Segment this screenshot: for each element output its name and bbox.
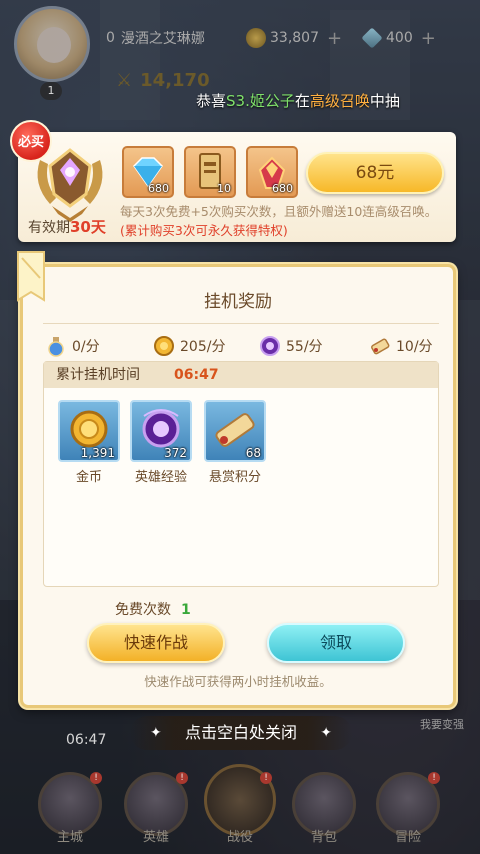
reward-summon-scroll[interactable]: 10 <box>184 146 236 198</box>
notification-dot-icon: ! <box>428 772 440 784</box>
reward-qty: 10 <box>217 182 231 195</box>
gold-coin-icon <box>246 28 266 48</box>
rate-bounty: 10/分 <box>369 329 433 363</box>
claim-button[interactable]: 领取 <box>267 623 405 663</box>
nav-label: 主城 <box>56 830 83 845</box>
bounty-scroll-icon <box>371 338 390 355</box>
idle-reward-dialog: 挂机奖励 0/分 205/分 55/分 10/分 累计挂机时间 06:47 1,… <box>20 264 456 708</box>
nav-label: 背包 <box>310 830 337 845</box>
promo-desc-highlight: (累计购买3次可永久获得特权) <box>120 223 288 238</box>
level-badge: 1 <box>40 82 62 100</box>
free-count: 1 <box>181 602 191 618</box>
background-right-text: 我要变强 <box>420 718 464 731</box>
close-hint-text: 点击空白处关闭 <box>184 723 297 742</box>
must-buy-badge: 必买 <box>10 120 52 162</box>
validity-text: 有效期30天 <box>28 216 106 237</box>
diamond-value: 400 <box>386 30 413 46</box>
buy-price-button[interactable]: 68元 <box>306 152 444 194</box>
avatar[interactable] <box>14 6 90 82</box>
background-timer: 06:47 <box>66 732 107 748</box>
diamond-counter: 400 + <box>361 26 436 50</box>
notification-dot-icon: ! <box>90 772 102 784</box>
item-slot: 1,391 <box>58 400 120 462</box>
player-name: 漫酒之艾琳娜 <box>120 31 205 47</box>
accumulated-rewards-panel: 累计挂机时间 06:47 1,391 金币 372 英雄经验 68 悬赏积分 <box>43 361 439 587</box>
item-count: 68 <box>245 446 261 460</box>
validity-label: 有效期 <box>28 220 70 236</box>
sparkle-icon: ✦ <box>320 725 332 741</box>
promo-desc-text: 每天3次免费+5次购买次数，且额外赠送10连高级召唤。 <box>120 204 438 219</box>
power-value: 14,170 <box>140 70 210 91</box>
name-prefix: 0 <box>106 30 115 46</box>
nav-castle[interactable]: ! 主城 <box>28 768 112 852</box>
reward-qty: 680 <box>272 182 293 195</box>
item-name: 悬赏积分 <box>208 470 261 485</box>
add-diamond-button[interactable]: + <box>421 28 436 49</box>
accum-time: 06:47 <box>174 367 219 383</box>
validity-days: 30天 <box>70 218 106 236</box>
avatar-face <box>37 27 71 63</box>
dialog-title: 挂机奖励 <box>204 292 272 312</box>
rate-hero-exp: 55/分 <box>259 329 323 363</box>
announcement-marquee: 恭喜S3.姬公子在高级召唤中抽 <box>196 90 480 111</box>
item-name: 英雄经验 <box>134 470 187 485</box>
nav-label: 战役 <box>226 830 253 845</box>
add-gold-button[interactable]: + <box>327 28 342 49</box>
reward-item-bounty-points[interactable]: 68 悬赏积分 <box>204 400 266 485</box>
sparkle-icon: ✦ <box>150 725 162 741</box>
item-count: 372 <box>164 446 187 460</box>
gold-coin-icon <box>154 336 174 356</box>
crossed-swords-icon: ⚔ <box>116 70 133 91</box>
rate-gold: 205/分 <box>153 329 225 363</box>
top-bar: 1 0 漫酒之艾琳娜 33,807 + 400 + ⚔ 14,170 恭喜S3.… <box>0 0 480 110</box>
marquee-hero: S3.姬公子 <box>226 92 295 110</box>
ribbon-tag-icon <box>17 251 45 302</box>
item-slot: 68 <box>204 400 266 462</box>
nav-backpack[interactable]: 背包 <box>282 768 366 852</box>
rate-value: 55/分 <box>286 339 323 355</box>
nav-adventure[interactable]: ! 冒险 <box>366 768 450 852</box>
item-name: 金币 <box>75 470 102 485</box>
nav-battle[interactable]: ! 战役 <box>198 764 282 852</box>
marquee-suffix: 中抽 <box>369 92 400 110</box>
notification-dot-icon: ! <box>176 772 188 784</box>
bottom-nav: ! 主城 ! 英雄 ! 战役 背包 ! 冒险 <box>0 760 480 854</box>
accum-label: 累计挂机时间 <box>56 367 140 383</box>
hero-exp-icon <box>260 336 280 356</box>
free-label: 免费次数 <box>115 602 171 618</box>
item-count: 1,391 <box>80 446 115 460</box>
rate-value: 205/分 <box>180 339 226 355</box>
rate-row: 0/分 205/分 55/分 10/分 <box>23 329 453 363</box>
accum-header: 累计挂机时间 06:47 <box>44 362 438 388</box>
divider <box>43 323 439 324</box>
privilege-promo-card: 有效期30天 680 10 680 68元 每天3次免费+5次购买次数，且额外赠… <box>18 132 456 242</box>
close-hint[interactable]: ✦ 点击空白处关闭 ✦ <box>130 716 352 750</box>
quick-battle-button[interactable]: 快速作战 <box>87 623 225 663</box>
rate-value: 0/分 <box>72 339 100 355</box>
combat-power: ⚔ 14,170 <box>116 70 210 91</box>
potion-icon <box>48 337 64 357</box>
promo-description: 每天3次免费+5次购买次数，且额外赠送10连高级召唤。 (累计购买3次可永久获得特… <box>120 202 450 240</box>
marquee-prefix: 恭喜 <box>196 92 227 110</box>
quick-battle-hint: 快速作战可获得两小时挂机收益。 <box>144 674 332 689</box>
notification-dot-icon: ! <box>260 772 272 784</box>
reward-diamond[interactable]: 680 <box>122 146 174 198</box>
rate-potion: 0/分 <box>45 329 100 363</box>
item-slot: 372 <box>130 400 192 462</box>
nav-label: 冒险 <box>394 830 421 845</box>
rate-value: 10/分 <box>396 339 433 355</box>
reward-crystal-box[interactable]: 680 <box>246 146 298 198</box>
diamond-icon <box>361 27 383 49</box>
nav-hero[interactable]: ! 英雄 <box>114 768 198 852</box>
gold-counter: 33,807 + <box>246 26 342 50</box>
reward-qty: 680 <box>148 182 169 195</box>
reward-item-gold[interactable]: 1,391 金币 <box>58 400 120 485</box>
free-times-row: 免费次数 1 <box>115 599 191 619</box>
marquee-mid: 在 <box>294 92 310 110</box>
reward-item-hero-exp[interactable]: 372 英雄经验 <box>130 400 192 485</box>
gold-value: 33,807 <box>270 30 319 46</box>
marquee-pool: 高级召唤 <box>309 92 370 110</box>
player-name-row: 0 漫酒之艾琳娜 <box>106 26 205 50</box>
nav-label: 英雄 <box>142 830 169 845</box>
